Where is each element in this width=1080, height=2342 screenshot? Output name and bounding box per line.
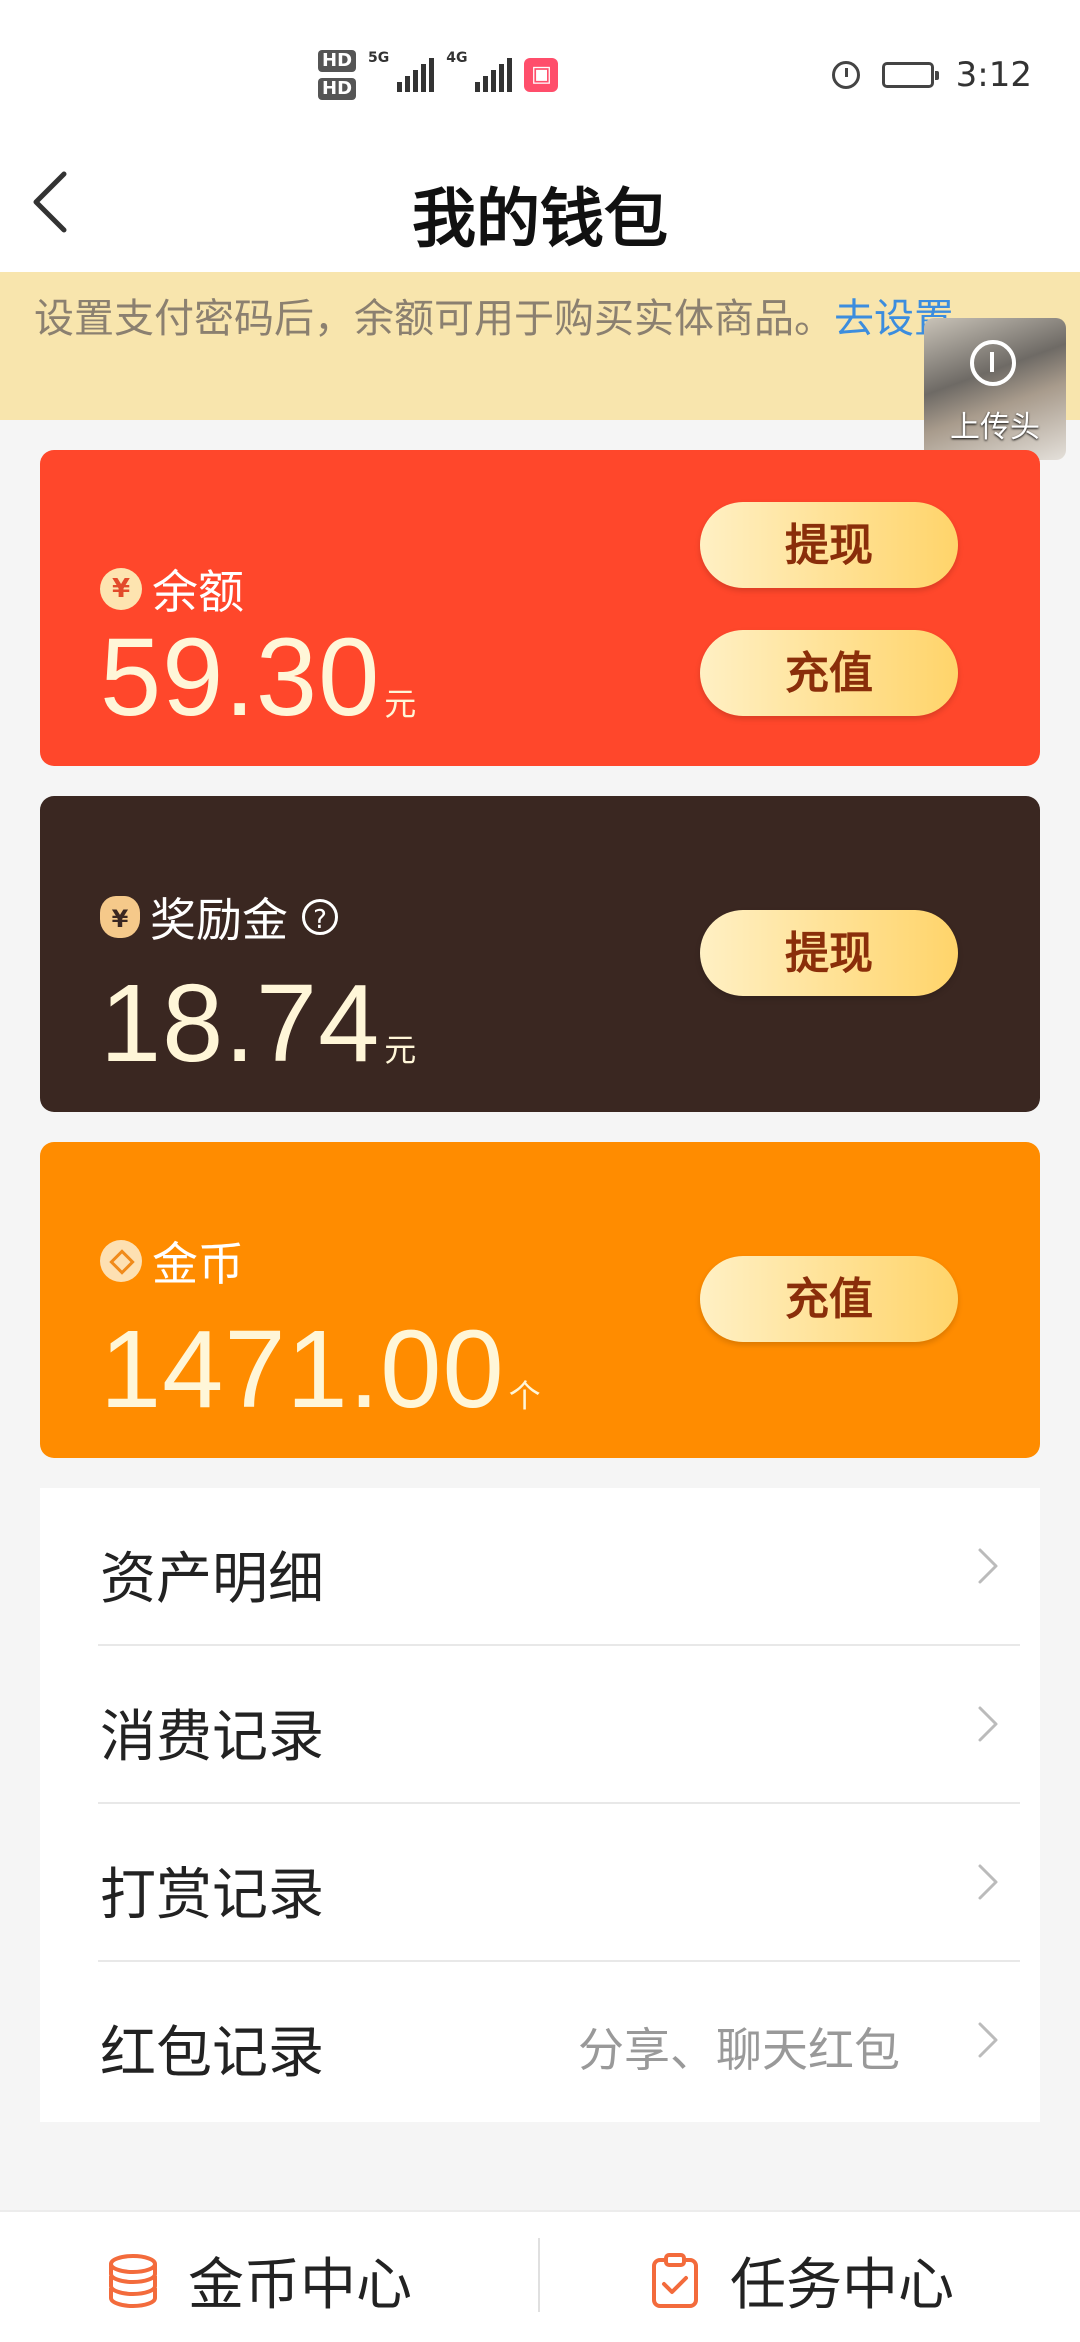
chevron-right-icon (978, 1706, 998, 1742)
tab-divider (538, 2238, 540, 2312)
status-icons: HD HD 5G 4G ▣ (318, 50, 559, 100)
bonus-card: ¥ 奖励金 ? 18.74 元 提现 (40, 796, 1040, 1112)
list-item-consumption-records[interactable]: 消费记录 (40, 1646, 1040, 1804)
notice-text-wrap: 设置支付密码后，余额可用于购买实体商品。去设置 (34, 290, 1034, 348)
wallet-records-list: 资产明细 消费记录 打赏记录 红包记录 分享、聊天红包 (40, 1488, 1040, 2122)
balance-withdraw-button[interactable]: 提现 (700, 502, 958, 588)
chevron-right-icon (978, 1548, 998, 1584)
sim1-network-label: 5G (368, 50, 390, 66)
coin-unit: 个 (508, 1377, 541, 1415)
coin-header: 金币 (100, 1228, 244, 1294)
list-item-red-packet-records[interactable]: 红包记录 分享、聊天红包 (40, 1962, 1040, 2120)
money-bag-icon: ¥ (100, 896, 140, 938)
hd-indicators: HD HD (318, 50, 357, 100)
coin-card: 金币 1471.00 个 充值 (40, 1142, 1040, 1458)
hd-icon-2: HD (318, 78, 357, 100)
status-bar: HD HD 5G 4G ▣ 3:12 (0, 0, 1080, 150)
coin-amount: 1471.00 个 (100, 1306, 541, 1433)
bottom-bar: 金币中心 任务中心 (0, 2210, 1080, 2342)
coin-recharge-button[interactable]: 充值 (700, 1256, 958, 1342)
thumbnail-label: 上传头 (950, 410, 1040, 445)
floating-video-thumbnail[interactable]: 上传头 (924, 318, 1066, 460)
battery-icon (881, 62, 939, 88)
list-item-subtitle: 分享、聊天红包 (578, 2023, 900, 2077)
tab-coin-center[interactable]: 金币中心 (104, 2240, 412, 2321)
tab-coin-center-label: 金币中心 (188, 2253, 412, 2318)
alarm-icon (831, 61, 860, 89)
balance-card: ¥ 余额 59.30 元 提现 充值 (40, 450, 1040, 766)
bonus-label: 奖励金 (150, 893, 288, 947)
balance-header: ¥ 余额 (100, 556, 244, 622)
list-item-tip-records[interactable]: 打赏记录 (40, 1804, 1040, 1962)
yuan-coin-icon: ¥ (100, 568, 142, 610)
sim2-network-label: 4G (446, 50, 468, 66)
sim2-signal-icon (475, 58, 513, 92)
app-notification-icon: ▣ (524, 58, 559, 92)
list-item-label: 红包记录 (100, 2021, 324, 2086)
bonus-amount: 18.74 元 (100, 960, 416, 1087)
coin-value: 1471.00 (100, 1308, 505, 1431)
coin-label: 金币 (152, 1237, 244, 1291)
notice-text: 设置支付密码后，余额可用于购买实体商品。 (34, 296, 834, 342)
help-icon[interactable]: ? (302, 899, 338, 935)
list-item-label: 消费记录 (100, 1705, 324, 1770)
bonus-header: ¥ 奖励金 ? (100, 884, 338, 950)
balance-amount: 59.30 元 (100, 614, 416, 741)
list-item-label: 资产明细 (100, 1547, 324, 1612)
upload-progress-icon (970, 340, 1016, 386)
sim1-signal-icon (397, 58, 435, 92)
chevron-right-icon (978, 2022, 998, 2058)
status-right: 3:12 (831, 55, 1032, 95)
chevron-right-icon (978, 1864, 998, 1900)
clipboard-check-icon (652, 2252, 698, 2308)
bonus-unit: 元 (384, 1031, 417, 1069)
title-bar: 我的钱包 (0, 150, 1080, 272)
bonus-value: 18.74 (100, 962, 381, 1085)
list-item-label: 打赏记录 (100, 1863, 324, 1928)
tab-task-center-label: 任务中心 (730, 2253, 954, 2318)
bonus-withdraw-button[interactable]: 提现 (700, 910, 958, 996)
gold-coin-icon (100, 1240, 142, 1282)
list-item-asset-details[interactable]: 资产明细 (40, 1488, 1040, 1646)
hd-icon-1: HD (318, 50, 357, 72)
status-time: 3:12 (955, 55, 1032, 95)
page-title: 我的钱包 (412, 183, 668, 257)
tab-task-center[interactable]: 任务中心 (646, 2240, 954, 2321)
balance-recharge-button[interactable]: 充值 (700, 630, 958, 716)
payment-password-notice: 设置支付密码后，余额可用于购买实体商品。去设置 (0, 272, 1080, 420)
balance-unit: 元 (384, 685, 417, 723)
balance-value: 59.30 (100, 616, 381, 739)
coin-stack-icon (109, 2253, 157, 2308)
balance-label: 余额 (152, 565, 244, 619)
